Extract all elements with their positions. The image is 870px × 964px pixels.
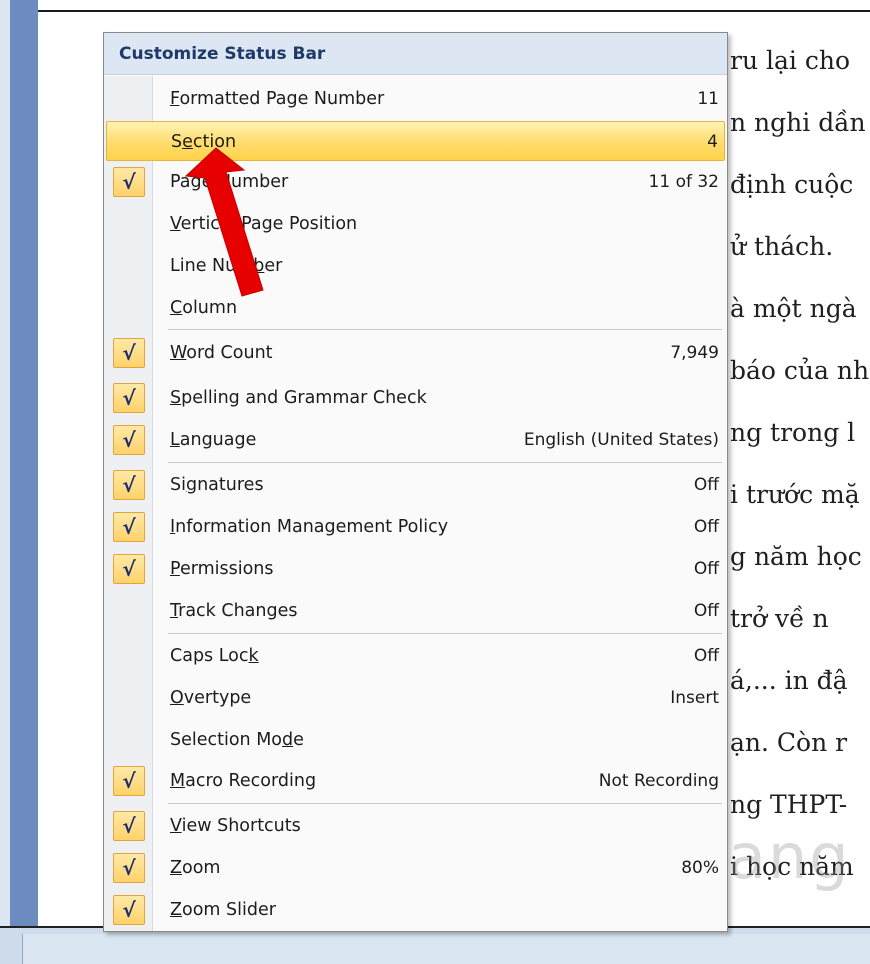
menu-item-view-shortcuts[interactable]: √ View Shortcuts: [106, 806, 725, 846]
menu-item-value: 11 of 32: [648, 172, 719, 192]
menu-item-label: Track Changes: [170, 601, 298, 621]
menu-item-value: Not Recording: [598, 771, 719, 791]
menu-item-label: Page Number: [170, 172, 289, 192]
menu-item-value: Off: [693, 517, 719, 537]
checkmark-icon: √: [113, 167, 145, 197]
menu-item-label: Section: [171, 132, 237, 152]
document-line: ru lại cho: [730, 46, 850, 75]
checkmark-icon: √: [113, 470, 145, 500]
menu-item-label: Overtype: [170, 688, 252, 708]
menu-item-label: Word Count: [170, 343, 273, 363]
menu-item-formatted-page-number[interactable]: Formatted Page Number 11: [106, 79, 725, 119]
document-line: ạn. Còn r: [730, 728, 848, 757]
menu-item-value: Off: [693, 601, 719, 621]
menu-item-value: English (United States): [523, 430, 719, 450]
menu-item-label: Column: [170, 298, 238, 318]
menu-item-value: 80%: [681, 858, 719, 878]
document-line: báo của nh: [730, 356, 870, 385]
menu-item-label: Zoom: [170, 858, 221, 878]
checkmark-icon: √: [113, 766, 145, 796]
menu-item-permissions[interactable]: √ Permissions Off: [106, 549, 725, 589]
checkmark-icon: √: [113, 383, 145, 413]
menu-item-page-number[interactable]: √ Page Number 11 of 32: [106, 162, 725, 202]
checkmark-icon: √: [113, 853, 145, 883]
document-line: i học năm: [730, 852, 854, 881]
menu-item-label: Selection Mode: [170, 730, 304, 750]
menu-item-overtype[interactable]: Overtype Insert: [106, 678, 725, 718]
menu-title: Customize Status Bar: [104, 33, 727, 75]
menu-item-label: Formatted Page Number: [170, 89, 385, 109]
menu-item-value: Insert: [670, 688, 719, 708]
menu-item-line-number[interactable]: Line Number: [106, 246, 725, 286]
document-line: g năm học: [730, 542, 862, 571]
document-line: trở về n: [730, 604, 829, 633]
menu-item-information-management-policy[interactable]: √ Information Management Policy Off: [106, 507, 725, 547]
menu-item-word-count[interactable]: √ Word Count 7,949: [106, 333, 725, 373]
menu-item-label: Spelling and Grammar Check: [170, 388, 427, 408]
menu-item-zoom[interactable]: √ Zoom 80%: [106, 848, 725, 888]
menu-item-macro-recording[interactable]: √ Macro Recording Not Recording: [106, 761, 725, 801]
menu-item-column[interactable]: Column: [106, 288, 725, 328]
document-line: á,... in đậ: [730, 666, 848, 695]
document-text: ru lại cho n nghi dần định cuộc ử thách. à m…: [730, 30, 870, 898]
menu-item-spelling-and-grammar-check[interactable]: √ Spelling and Grammar Check: [106, 378, 725, 418]
checkmark-icon: √: [113, 895, 145, 925]
checkmark-icon: √: [113, 811, 145, 841]
menu-item-value: Off: [693, 559, 719, 579]
menu-item-label: Information Management Policy: [170, 517, 449, 537]
page-top-border: [38, 10, 870, 12]
menu-separator: [168, 803, 722, 804]
menu-item-label: Zoom Slider: [170, 900, 276, 920]
checkmark-icon: √: [113, 425, 145, 455]
menu-item-value: Off: [693, 475, 719, 495]
menu-item-label: Vertical Page Position: [170, 214, 358, 234]
checkmark-icon: √: [113, 338, 145, 368]
document-left-margin: [10, 0, 38, 926]
menu-item-label: Signatures: [170, 475, 264, 495]
window-left-edge: [0, 0, 10, 926]
menu-item-label: Language: [170, 430, 257, 450]
menu-item-label: Permissions: [170, 559, 274, 579]
menu-item-vertical-page-position[interactable]: Vertical Page Position: [106, 204, 725, 244]
menu-item-label: Macro Recording: [170, 771, 317, 791]
document-line: định cuộc: [730, 170, 854, 199]
checkmark-icon: √: [113, 554, 145, 584]
document-line: ng trong l: [730, 418, 856, 447]
menu-item-zoom-slider[interactable]: √ Zoom Slider: [106, 890, 725, 930]
menu-item-signatures[interactable]: √ Signatures Off: [106, 465, 725, 505]
menu-item-value: 11: [697, 89, 719, 109]
menu-item-label: View Shortcuts: [170, 816, 301, 836]
document-line: n nghi dần: [730, 108, 866, 137]
menu-separator: [168, 329, 722, 330]
menu-item-track-changes[interactable]: Track Changes Off: [106, 591, 725, 631]
checkmark-icon: √: [113, 512, 145, 542]
menu-item-label: Caps Lock: [170, 646, 259, 666]
menu-item-selection-mode[interactable]: Selection Mode: [106, 720, 725, 760]
menu-separator: [168, 462, 722, 463]
menu-separator: [168, 633, 722, 634]
menu-item-section[interactable]: Section 4: [106, 121, 725, 161]
menu-item-caps-lock[interactable]: Caps Lock Off: [106, 636, 725, 676]
document-line: i trước mặ: [730, 480, 860, 509]
menu-item-label: Line Number: [170, 256, 283, 276]
menu-item-value: 7,949: [670, 343, 719, 363]
document-line: à một ngà: [730, 294, 857, 323]
menu-item-value: 4: [707, 132, 718, 152]
menu-item-value: Off: [693, 646, 719, 666]
customize-status-bar-menu: Customize Status Bar Formatted Page Numb…: [103, 32, 728, 932]
document-line: ử thách.: [730, 232, 834, 261]
menu-item-language[interactable]: √ Language English (United States): [106, 420, 725, 460]
document-line: ng THPT-: [730, 790, 848, 819]
